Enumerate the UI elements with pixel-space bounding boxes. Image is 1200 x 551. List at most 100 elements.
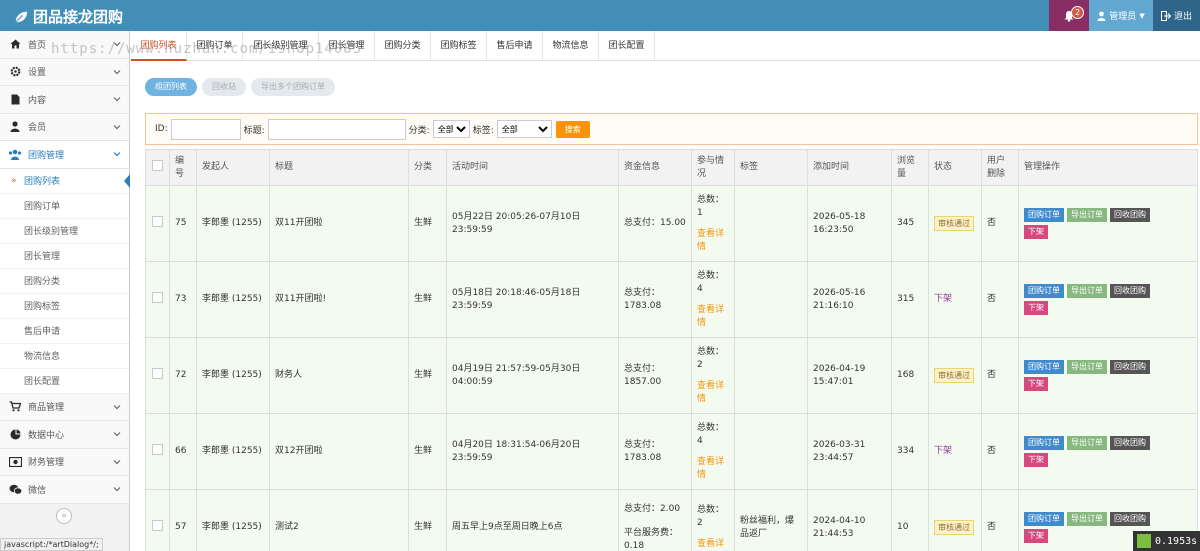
added-time: 16:23:50 [813,224,854,235]
search-button[interactable]: 搜索 [555,120,590,138]
row-tag [734,261,808,338]
app-brand[interactable]: 团品接龙团购 [14,6,123,27]
tab-leaders[interactable]: 团长管理 [319,31,375,61]
tab-aftersale[interactable]: 售后申请 [487,31,543,61]
sidebar-item-products[interactable]: 商品管理 [0,393,129,421]
sidebar-collapse-button[interactable]: « [56,508,72,524]
groupbuy-orders-button[interactable]: 团购订单 [1024,360,1064,374]
export-orders-button[interactable]: 导出订单 [1067,360,1107,374]
groupbuy-orders-button[interactable]: 团购订单 [1024,436,1064,450]
recycle-groupbuy-button[interactable]: 回收团购 [1110,512,1150,526]
export-orders-button[interactable]: 导出订单 [1067,512,1107,526]
row-title: 双11开团啦! [269,261,409,338]
take-down-button[interactable]: 下架 [1024,529,1048,543]
row-checkbox[interactable] [152,519,163,531]
tab-leader-config[interactable]: 团长配置 [599,31,655,61]
sidebar-item-settings[interactable]: 设置 [0,58,129,86]
take-down-button[interactable]: 下架 [1024,377,1048,391]
sidebar-item-home[interactable]: 首页 [0,31,129,59]
export-orders-button[interactable]: 导出订单 [1067,284,1107,298]
added-date: 2026-03-31 [813,439,866,450]
money-line-2: 1783.08 [624,300,662,311]
subtab-group-list[interactable]: 组团列表 [145,78,197,96]
groupbuy-table: 编号 发起人 标题 分类 活动时间 资金信息 参与情况 标签 添加时间 浏览量 … [145,149,1198,551]
tab-groupbuy-orders[interactable]: 团购订单 [187,31,243,61]
view-detail-link[interactable]: 查看详 [697,538,729,551]
sidebar-item-finance[interactable]: 财务管理 [0,448,129,476]
view-detail-link[interactable]: 查看详情 [697,228,729,254]
row-category: 生鲜 [408,337,447,414]
header-money: 资金信息 [618,149,692,186]
sidebar-sub-categories[interactable]: 团购分类 [0,268,129,294]
sidebar-sub-groupbuy-list[interactable]: 团购列表 [0,168,130,194]
row-tag [734,185,808,262]
row-checkbox[interactable] [152,367,163,379]
take-down-button[interactable]: 下架 [1024,301,1048,315]
category-select[interactable]: 全部 [432,120,470,138]
logout-button[interactable]: 退出 [1153,0,1200,31]
sidebar-sub-aftersale[interactable]: 售后申请 [0,318,129,344]
recycle-groupbuy-button[interactable]: 回收团购 [1110,208,1150,222]
recycle-groupbuy-button[interactable]: 回收团购 [1110,436,1150,450]
row-status-cell: 审核通过 [928,337,982,414]
tab-leader-levels[interactable]: 团长级别管理 [243,31,319,61]
recycle-groupbuy-button[interactable]: 回收团购 [1110,284,1150,298]
sidebar-sub-logistics[interactable]: 物流信息 [0,343,129,369]
sidebar-item-members[interactable]: 会员 [0,113,129,141]
groupbuy-orders-button[interactable]: 团购订单 [1024,208,1064,222]
sidebar-sub-leader-levels[interactable]: 团长级别管理 [0,218,129,244]
sidebar-item-content[interactable]: 内容 [0,86,129,114]
table-header-row: 编号 发起人 标题 分类 活动时间 资金信息 参与情况 标签 添加时间 浏览量 … [145,149,1198,186]
row-select-cell [145,489,170,551]
caret-down-icon: ▼ [1139,11,1145,20]
header-initiator: 发起人 [196,149,270,186]
view-detail-link[interactable]: 查看详情 [697,456,729,482]
sidebar-item-wechat[interactable]: 微信 [0,476,129,504]
subtab-recycle-bin[interactable]: 回收站 [202,78,246,96]
row-title: 双11开团啦 [269,185,409,262]
recycle-groupbuy-button[interactable]: 回收团购 [1110,360,1150,374]
row-initiator: 李郎墨 (1255) [196,185,270,262]
row-title: 测试2 [269,489,409,551]
sidebar-sub-tags[interactable]: 团购标签 [0,293,129,319]
tab-categories[interactable]: 团购分类 [375,31,431,61]
tab-logistics[interactable]: 物流信息 [543,31,599,61]
take-down-button[interactable]: 下架 [1024,453,1048,467]
money-line-1: 总支付：15.00 [624,218,686,228]
sidebar-sub-leader-config[interactable]: 团长配置 [0,368,129,394]
export-orders-button[interactable]: 导出订单 [1067,436,1107,450]
notifications-button[interactable]: 2 [1049,0,1089,31]
tab-tags[interactable]: 团购标签 [431,31,487,61]
row-time: 04月20日 18:31:54-06月20日 23:59:59 [446,413,619,490]
sidebar-item-groupbuy[interactable]: 团购管理 [0,141,129,169]
row-checkbox[interactable] [152,443,163,455]
view-detail-link[interactable]: 查看详情 [697,304,729,330]
export-orders-button[interactable]: 导出订单 [1067,208,1107,222]
sidebar-sub-groupbuy-orders[interactable]: 团购订单 [0,193,129,219]
row-tag: 粉丝福利，爆品返厂 [734,489,808,551]
row-title: 双12开团啦 [269,413,409,490]
row-category: 生鲜 [408,261,447,338]
row-views: 10 [891,489,929,551]
user-menu[interactable]: 管理员 ▼ [1089,0,1153,31]
wechat-icon [8,483,22,495]
row-checkbox[interactable] [152,215,163,227]
join-total-value: 2 [697,518,703,528]
sidebar-sub-leaders[interactable]: 团长管理 [0,243,129,269]
subtab-export-orders[interactable]: 导出多个团购订单 [251,78,335,96]
row-select-cell [145,413,170,490]
tag-select[interactable]: 全部 [496,120,552,138]
chevron-down-icon [113,487,121,492]
groupbuy-orders-button[interactable]: 团购订单 [1024,512,1064,526]
view-detail-link[interactable]: 查看详情 [697,380,729,406]
take-down-button[interactable]: 下架 [1024,225,1048,239]
title-input[interactable] [267,118,406,140]
tab-groupbuy-list[interactable]: 团购列表 [131,31,187,61]
row-checkbox[interactable] [152,291,163,303]
row-user-deleted: 否 [981,489,1019,551]
id-input[interactable] [170,118,241,140]
select-all-checkbox[interactable] [152,159,163,171]
sidebar-item-data-center[interactable]: 数据中心 [0,421,129,449]
groupbuy-orders-button[interactable]: 团购订单 [1024,284,1064,298]
row-id: 75 [169,185,197,262]
